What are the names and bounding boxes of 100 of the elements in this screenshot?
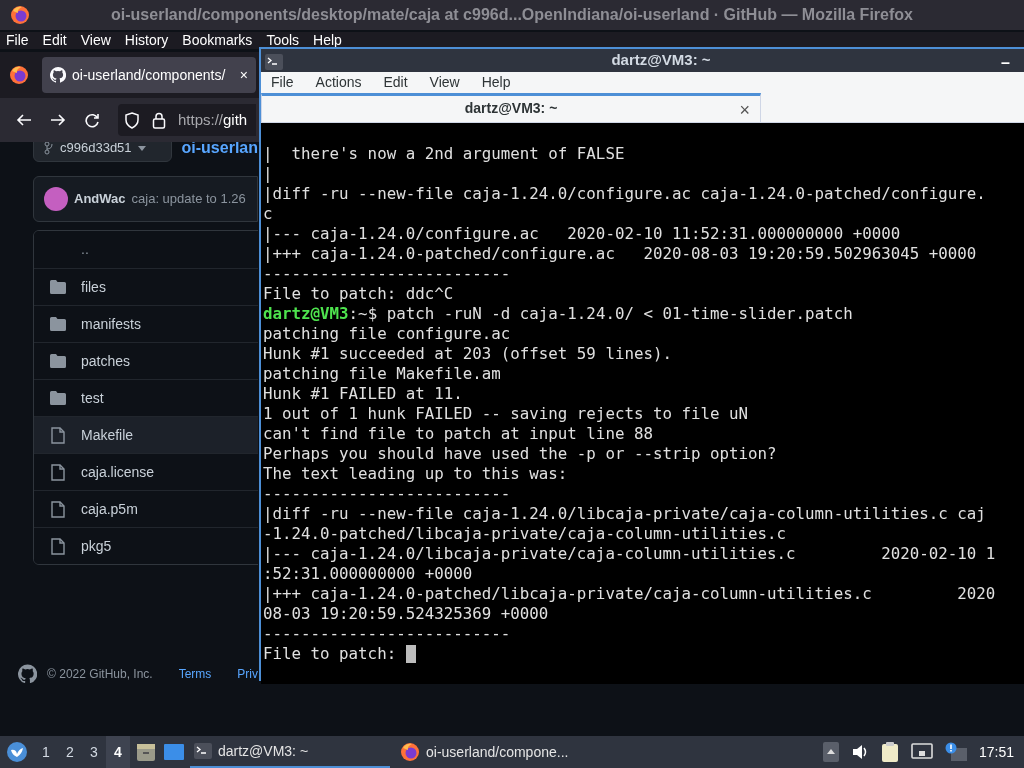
url-text: https://gith (178, 109, 248, 130)
folder-icon (49, 317, 66, 331)
terminal-line: c (263, 203, 274, 224)
text-cursor (405, 644, 416, 663)
menu-item[interactable]: View (429, 71, 460, 93)
caret-icon (137, 145, 146, 151)
terminal-line: |+++ caja-1.24.0-patched/libcaja-private/caja-column-utilities.c 2020 (263, 583, 997, 604)
avatar (44, 187, 68, 211)
minimize-button[interactable]: – (1001, 51, 1010, 75)
github-icon (50, 67, 66, 83)
menu-item[interactable]: Edit (42, 32, 67, 49)
browser-tab[interactable]: oi-userland/components/ × (42, 57, 256, 93)
desktop-icon[interactable] (164, 743, 184, 761)
branch-selector[interactable]: c996d33d51 (33, 142, 172, 162)
volume-icon[interactable] (850, 743, 869, 761)
workspace-button[interactable]: 1 (34, 736, 58, 768)
terminal-line: -------------------------- (263, 623, 512, 644)
file-name[interactable]: test (81, 387, 104, 409)
footer-link[interactable]: Terms (178, 665, 212, 683)
commit-message[interactable]: caja: update to 1.26 (131, 189, 246, 209)
file-name[interactable]: files (81, 276, 106, 298)
terminal-line: Hunk #1 succeeded at 203 (offset 59 lines). (263, 343, 673, 364)
terminal-line: |diff -ru --new-file caja-1.24.0/configure.ac caja-1.24.0-patched/configure. (263, 183, 987, 204)
menu-item[interactable]: Bookmarks (182, 32, 253, 49)
terminal-line: -1.24.0-patched/libcaja-private/caja-column-utilities.c (263, 523, 788, 544)
terminal-line: -------------------------- (263, 483, 512, 504)
terminal-line: The text leading up to this was: (263, 463, 569, 484)
folder-icon (49, 354, 66, 368)
file-name[interactable]: Makefile (81, 424, 134, 446)
network-icon[interactable] (910, 743, 933, 761)
menu-item[interactable]: File (6, 32, 29, 49)
shield-icon[interactable] (124, 111, 140, 129)
menu-item[interactable]: Help (313, 32, 342, 49)
terminal-line: 08-03 19:20:59.524325369 +0000 (263, 603, 550, 624)
workspace-button[interactable]: 3 (82, 736, 106, 768)
file-icon (50, 426, 65, 444)
terminal-line: |--- caja-1.24.0/configure.ac 2020-02-10 11:52:31.000000000 +0000 (263, 223, 902, 244)
terminal-line: -------------------------- (263, 263, 512, 284)
file-row[interactable]: pkg5 (34, 527, 258, 564)
breadcrumb-link[interactable]: oi-userlan (181, 142, 258, 160)
menu-item[interactable]: View (80, 32, 111, 49)
terminal-line: Perhaps you should have used the -p or --strip option? (263, 443, 778, 464)
menu-item[interactable]: Actions (315, 71, 362, 93)
file-row[interactable]: Makefile (34, 416, 258, 453)
firefox-view-icon (9, 65, 29, 85)
workspace-button[interactable]: 4 (106, 736, 130, 768)
file-name[interactable]: patches (81, 350, 131, 372)
workspace-button[interactable]: 2 (58, 736, 82, 768)
terminal-line: | (263, 163, 274, 184)
terminal-line: can't find file to patch at input line 88 (263, 423, 654, 444)
file-cabinet-icon[interactable] (136, 742, 156, 762)
start-menu-icon[interactable] (6, 741, 28, 763)
file-name[interactable]: .. (81, 239, 89, 260)
terminal-line: File to patch: (263, 643, 398, 664)
terminal-line: patching file configure.ac (263, 323, 512, 344)
file-name[interactable]: caja.license (81, 461, 155, 483)
notification-icon[interactable] (944, 742, 967, 762)
reload-icon[interactable] (84, 112, 100, 128)
menu-item[interactable]: Help (481, 71, 511, 93)
terminal-tab[interactable]: dartz@VM3: ~ × (261, 92, 761, 122)
terminal-line: 1 out of 1 hunk FAILED -- saving rejects to file uN (263, 403, 750, 424)
terminal-icon (265, 54, 283, 70)
branch-icon (44, 142, 54, 155)
forward-icon[interactable] (50, 112, 66, 128)
file-icon (50, 463, 65, 481)
github-logo-icon (18, 663, 38, 685)
taskbar-task[interactable]: oi-userland/compone... (396, 736, 596, 768)
clipboard-icon[interactable] (880, 741, 899, 763)
file-icon (50, 500, 65, 518)
terminal-line: | there's now a 2nd argument of FALSE (263, 143, 626, 164)
terminal-line: Hunk #1 FAILED at 11. (263, 383, 464, 404)
firefox-icon (400, 742, 420, 762)
firefox-logo-icon (10, 5, 30, 25)
folder-icon (49, 280, 66, 294)
back-icon[interactable] (16, 112, 32, 128)
menu-item[interactable]: File (271, 71, 294, 93)
file-icon (50, 537, 65, 555)
menu-item[interactable]: History (124, 32, 169, 49)
copyright-text: © 2022 GitHub, Inc. (47, 666, 153, 683)
footer-link[interactable]: Priv (237, 665, 258, 683)
terminal-line: |--- caja-1.24.0/libcaja-private/caja-column-utilities.c 2020-02-10 1 (263, 543, 997, 564)
commit-author[interactable]: AndWac (74, 189, 126, 209)
tray-expand-icon[interactable] (822, 742, 839, 762)
menu-item[interactable]: Edit (383, 71, 408, 93)
lock-icon[interactable] (152, 111, 166, 129)
window-title: oi-userland/components/desktop/mate/caja at c996d...OpenIndiana/oi-userland · GitHub — Mozilla Firefox (110, 5, 914, 25)
window-title: dartz@VM3: ~ (610, 50, 712, 70)
terminal-line: |+++ caja-1.24.0-patched/configure.ac 2020-08-03 19:20:59.502963045 +0000 (263, 243, 978, 264)
terminal-line: patching file Makefile.am (263, 363, 502, 384)
menu-item[interactable]: Tools (266, 32, 300, 49)
folder-icon (49, 391, 66, 405)
terminal-line: :52:31.000000000 +0000 (263, 563, 474, 584)
clock: 17:51 (978, 742, 1014, 762)
terminal-icon (194, 743, 212, 759)
file-name[interactable]: caja.p5m (81, 498, 138, 520)
terminal-line: |diff -ru --new-file caja-1.24.0/libcaja-private/caja-column-utilities.c caj (263, 503, 987, 524)
file-name[interactable]: manifests (81, 313, 141, 335)
file-name[interactable]: pkg5 (81, 535, 112, 557)
terminal-line: File to patch: ddc^C (263, 283, 455, 304)
url-field[interactable]: https://gith (118, 104, 256, 136)
